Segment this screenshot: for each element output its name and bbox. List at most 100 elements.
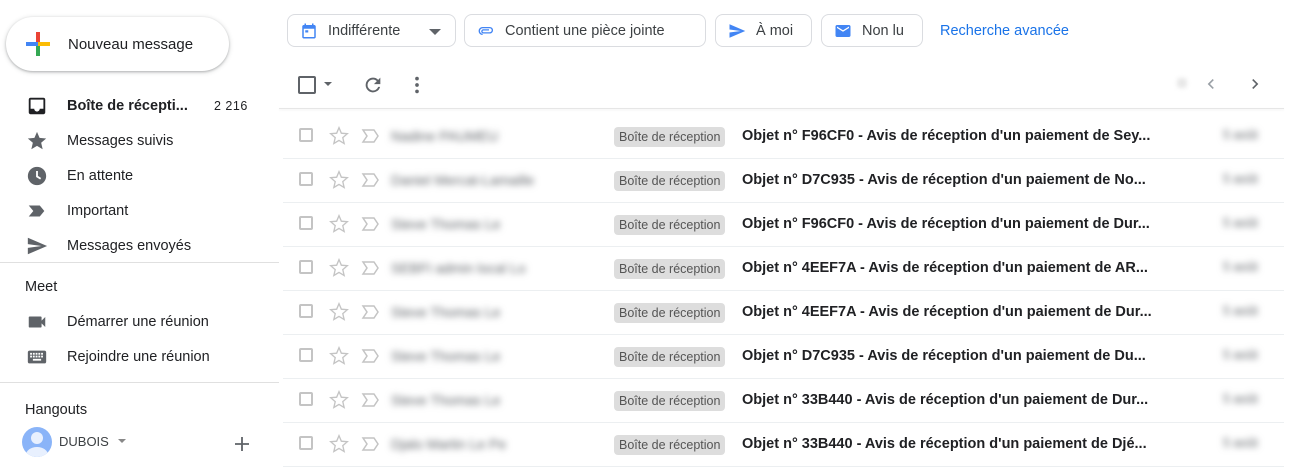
add-icon[interactable] xyxy=(232,434,252,454)
nav-label-join-meeting: Rejoindre une réunion xyxy=(67,348,210,365)
important-marker-icon[interactable] xyxy=(361,304,381,320)
row-label: Boîte de réception xyxy=(614,127,726,147)
main-nav: Boîte de récepti... 2 216 Messages suivi… xyxy=(0,88,279,263)
important-marker-icon[interactable] xyxy=(361,260,381,276)
row-sender: Daniel Mercat-Lamaille xyxy=(391,172,535,188)
send-icon xyxy=(27,237,48,255)
important-marker-icon[interactable] xyxy=(361,172,381,188)
table-row[interactable]: Daniel Mercat-Lamaille Boîte de réceptio… xyxy=(283,159,1284,203)
star-outline-icon[interactable] xyxy=(329,390,349,410)
table-row[interactable]: Steve Thomas Le Boîte de réception Objet… xyxy=(283,379,1284,423)
hangouts-user-name[interactable]: DUBOIS xyxy=(59,434,109,449)
sidebar-divider xyxy=(0,262,279,263)
filter-to-me-label: À moi xyxy=(756,23,794,39)
star-outline-icon[interactable] xyxy=(329,258,349,278)
nav-item-start-meeting[interactable]: Démarrer une réunion xyxy=(0,304,279,339)
nav-label-starred: Messages suivis xyxy=(67,132,174,149)
table-row[interactable]: Djalo Martin Le Pe Boîte de réception Ob… xyxy=(283,423,1284,467)
important-marker-icon[interactable] xyxy=(361,348,381,364)
nav-item-important[interactable]: Important xyxy=(0,193,279,228)
table-row[interactable]: Steve Thomas Le Boîte de réception Objet… xyxy=(283,335,1284,379)
nav-label-start-meeting: Démarrer une réunion xyxy=(67,313,209,330)
meet-title: Meet xyxy=(25,279,58,295)
nav-label-inbox: Boîte de récepti... xyxy=(67,97,188,114)
nav-label-sent: Messages envoyés xyxy=(67,237,192,254)
table-row[interactable]: Nadine PAUMEU Boîte de réception Objet n… xyxy=(283,115,1284,159)
filter-date-chip[interactable]: Indifférente xyxy=(287,14,456,47)
row-checkbox[interactable] xyxy=(299,348,313,362)
clock-icon xyxy=(27,166,47,186)
email-list: Nadine PAUMEU Boîte de réception Objet n… xyxy=(283,115,1284,467)
row-checkbox[interactable] xyxy=(299,436,313,450)
row-checkbox[interactable] xyxy=(299,216,313,230)
filter-unread-chip[interactable]: Non lu xyxy=(821,14,923,47)
row-sender: Steve Thomas Le xyxy=(391,348,501,364)
star-outline-icon[interactable] xyxy=(329,434,349,454)
row-checkbox[interactable] xyxy=(299,260,313,274)
compose-button[interactable]: Nouveau message xyxy=(6,17,229,71)
row-subject: Objet n° F96CF0 - Avis de réception d'un… xyxy=(742,216,1150,232)
inbox-count: 2 216 xyxy=(214,98,248,113)
nav-item-sent[interactable]: Messages envoyés xyxy=(0,228,279,263)
filter-attachment-chip[interactable]: Contient une pièce jointe xyxy=(464,14,706,47)
star-outline-icon[interactable] xyxy=(329,302,349,322)
table-row[interactable]: Steve Thomas Le Boîte de réception Objet… xyxy=(283,203,1284,247)
table-row[interactable]: Steve Thomas Le Boîte de réception Objet… xyxy=(283,291,1284,335)
sidebar-divider xyxy=(0,382,279,383)
chevron-right-icon[interactable] xyxy=(1245,74,1265,94)
row-sender: SEBFI admin local Lo xyxy=(391,260,526,276)
chevron-left-icon[interactable] xyxy=(1201,74,1221,94)
row-date: 5 août xyxy=(1223,436,1258,450)
row-sender: Steve Thomas Le xyxy=(391,392,501,408)
select-dropdown-icon[interactable] xyxy=(324,82,332,86)
important-marker-icon[interactable] xyxy=(361,216,381,232)
filter-unread-label: Non lu xyxy=(862,23,904,39)
meet-nav: Démarrer une réunion Rejoindre une réuni… xyxy=(0,304,279,374)
inbox-icon xyxy=(28,97,46,115)
row-date: 5 août xyxy=(1223,128,1258,142)
row-sender: Djalo Martin Le Pe xyxy=(391,436,507,452)
row-checkbox[interactable] xyxy=(299,172,313,186)
star-outline-icon[interactable] xyxy=(329,214,349,234)
advanced-search-link[interactable]: Recherche avancée xyxy=(940,23,1069,39)
row-date: 5 août xyxy=(1223,348,1258,362)
refresh-icon[interactable] xyxy=(362,74,384,96)
row-checkbox[interactable] xyxy=(299,392,313,406)
send-icon xyxy=(729,24,746,38)
select-all-checkbox[interactable] xyxy=(298,76,316,94)
hangouts-title: Hangouts xyxy=(25,402,88,418)
row-subject: Objet n° 4EEF7A - Avis de réception d'un… xyxy=(742,304,1152,320)
row-subject: Objet n° F96CF0 - Avis de réception d'un… xyxy=(742,128,1151,144)
nav-item-join-meeting[interactable]: Rejoindre une réunion xyxy=(0,339,279,374)
table-row[interactable]: SEBFI admin local Lo Boîte de réception … xyxy=(283,247,1284,291)
filter-attachment-label: Contient une pièce jointe xyxy=(505,23,665,39)
star-outline-icon[interactable] xyxy=(329,126,349,146)
star-outline-icon[interactable] xyxy=(329,346,349,366)
star-outline-icon[interactable] xyxy=(329,170,349,190)
important-marker-icon[interactable] xyxy=(361,436,381,452)
row-subject: Objet n° 33B440 - Avis de réception d'un… xyxy=(742,436,1147,452)
nav-item-snoozed[interactable]: En attente xyxy=(0,158,279,193)
row-label: Boîte de réception xyxy=(614,347,726,367)
row-label: Boîte de réception xyxy=(614,391,726,411)
more-vertical-icon[interactable] xyxy=(406,74,428,96)
caret-down-icon[interactable] xyxy=(118,439,126,443)
filter-to-me-chip[interactable]: À moi xyxy=(715,14,812,47)
dropdown-arrow-icon xyxy=(429,29,441,35)
row-date: 5 août xyxy=(1223,260,1258,274)
nav-item-inbox[interactable]: Boîte de récepti... 2 216 xyxy=(0,88,279,123)
nav-item-starred[interactable]: Messages suivis xyxy=(0,123,279,158)
compose-label: Nouveau message xyxy=(68,36,194,53)
filter-date-label: Indifférente xyxy=(328,23,401,39)
row-date: 5 août xyxy=(1223,392,1258,406)
row-checkbox[interactable] xyxy=(299,128,313,142)
nav-label-snoozed: En attente xyxy=(67,167,134,184)
row-checkbox[interactable] xyxy=(299,304,313,318)
important-marker-icon[interactable] xyxy=(361,392,381,408)
plus-icon xyxy=(26,32,50,56)
important-marker-icon[interactable] xyxy=(361,128,381,144)
avatar[interactable] xyxy=(22,427,52,457)
important-icon xyxy=(28,205,45,217)
row-sender: Nadine PAUMEU xyxy=(391,128,499,144)
row-date: 5 août xyxy=(1223,216,1258,230)
